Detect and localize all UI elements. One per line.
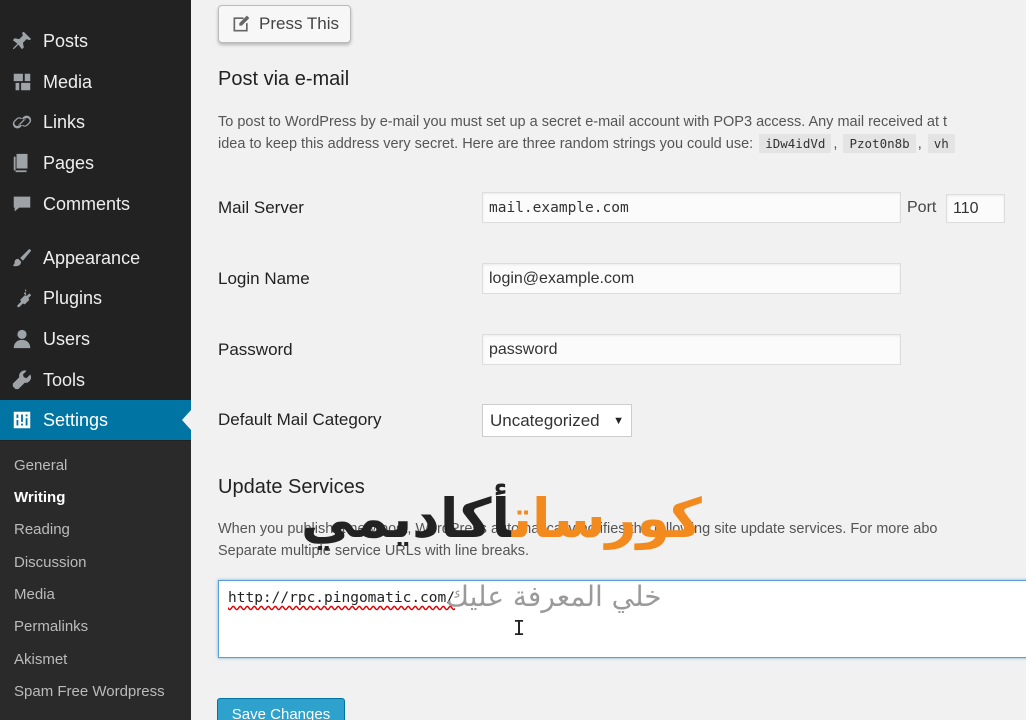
submenu-general[interactable]: General: [14, 457, 67, 474]
description-text: idea to keep this address very secret. H…: [218, 136, 754, 152]
sidebar-item-label: Settings: [43, 409, 109, 430]
media-icon: [10, 70, 34, 94]
submenu-media[interactable]: Media: [14, 586, 55, 603]
admin-sidebar: Posts Media Links Pages Comments Appeara…: [0, 0, 191, 720]
sidebar-item-label: Appearance: [43, 247, 141, 268]
sidebar-item-links[interactable]: Links: [0, 102, 191, 142]
description-line: idea to keep this address very secret. H…: [218, 133, 1026, 155]
settings-icon: [10, 408, 34, 432]
sidebar-item-pages[interactable]: Pages: [0, 143, 191, 183]
mail-server-input[interactable]: mail.example.com: [482, 192, 901, 223]
description-line: To post to WordPress by e-mail you must …: [218, 114, 948, 130]
sidebar-item-tools[interactable]: Tools: [0, 360, 191, 400]
press-this-icon: [233, 15, 250, 32]
random-string: Pzot0n8b: [843, 134, 916, 153]
settings-submenu: General Writing Reading Discussion Media…: [0, 441, 191, 720]
post-via-email-description: To post to WordPress by e-mail you must …: [218, 111, 1026, 155]
sidebar-item-label: Tools: [43, 369, 86, 390]
watermark-word-orange: كورسات: [511, 487, 703, 550]
watermark-tagline: خلي المعرفة عليك: [446, 580, 662, 613]
login-name-label: Login Name: [218, 269, 310, 288]
random-string: vh: [927, 134, 955, 153]
pushpin-icon: [10, 29, 34, 53]
sidebar-item-label: Users: [43, 328, 91, 349]
user-icon: [10, 327, 34, 351]
submenu-permalinks[interactable]: Permalinks: [14, 618, 88, 635]
paintbrush-icon: [10, 246, 34, 270]
sidebar-item-appearance[interactable]: Appearance: [0, 238, 191, 278]
submenu-discussion[interactable]: Discussion: [14, 554, 87, 571]
link-icon: [10, 110, 34, 134]
text-cursor-icon: I: [513, 616, 526, 640]
sidebar-item-users[interactable]: Users: [0, 319, 191, 359]
login-name-input[interactable]: login@example.com: [482, 263, 901, 294]
sidebar-item-label: Plugins: [43, 287, 103, 308]
sidebar-item-media[interactable]: Media: [0, 62, 191, 102]
password-input[interactable]: password: [482, 334, 901, 365]
save-changes-button[interactable]: Save Changes: [217, 698, 345, 720]
sidebar-item-posts[interactable]: Posts: [0, 21, 191, 61]
ping-url-text: http://rpc.pingomatic.com/: [228, 590, 455, 606]
random-string: iDw4idVd: [759, 134, 832, 153]
selected-category: Uncategorized: [490, 410, 600, 430]
comment-icon: [10, 192, 34, 216]
submenu-spam-free-wordpress[interactable]: Spam Free Wordpress: [14, 683, 165, 700]
mail-server-label: Mail Server: [218, 198, 304, 217]
plugin-icon: [10, 286, 34, 310]
separator: ,: [833, 136, 838, 152]
submenu-akismet[interactable]: Akismet: [14, 651, 67, 668]
writing-settings-panel: Press This Post via e-mail To post to Wo…: [191, 0, 1026, 720]
sidebar-item-label: Media: [43, 71, 93, 92]
separator: ,: [917, 136, 922, 152]
sidebar-item-label: Pages: [43, 152, 95, 173]
default-mail-category-label: Default Mail Category: [218, 410, 382, 429]
sidebar-item-label: Links: [43, 111, 86, 132]
password-label: Password: [218, 340, 293, 359]
port-label: Port: [907, 199, 937, 216]
watermark-logo: كورساتأكاديمي: [301, 487, 703, 550]
watermark-word-black: أكاديمي: [301, 487, 513, 550]
pages-icon: [10, 151, 34, 175]
sidebar-item-label: Posts: [43, 30, 89, 51]
default-mail-category-select[interactable]: Uncategorized ▼: [482, 404, 632, 437]
press-this-label: Press This: [259, 14, 339, 33]
port-input[interactable]: 110: [946, 194, 1005, 223]
sidebar-item-label: Comments: [43, 193, 131, 214]
wrench-icon: [10, 368, 34, 392]
sidebar-item-plugins[interactable]: Plugins: [0, 278, 191, 318]
sidebar-item-comments[interactable]: Comments: [0, 184, 191, 224]
press-this-button[interactable]: Press This: [218, 5, 351, 43]
sidebar-item-settings[interactable]: Settings: [0, 400, 191, 440]
submenu-reading[interactable]: Reading: [14, 521, 70, 538]
dropdown-arrow-icon: ▼: [613, 414, 624, 427]
submenu-writing[interactable]: Writing: [14, 489, 65, 506]
post-via-email-heading: Post via e-mail: [218, 68, 350, 90]
